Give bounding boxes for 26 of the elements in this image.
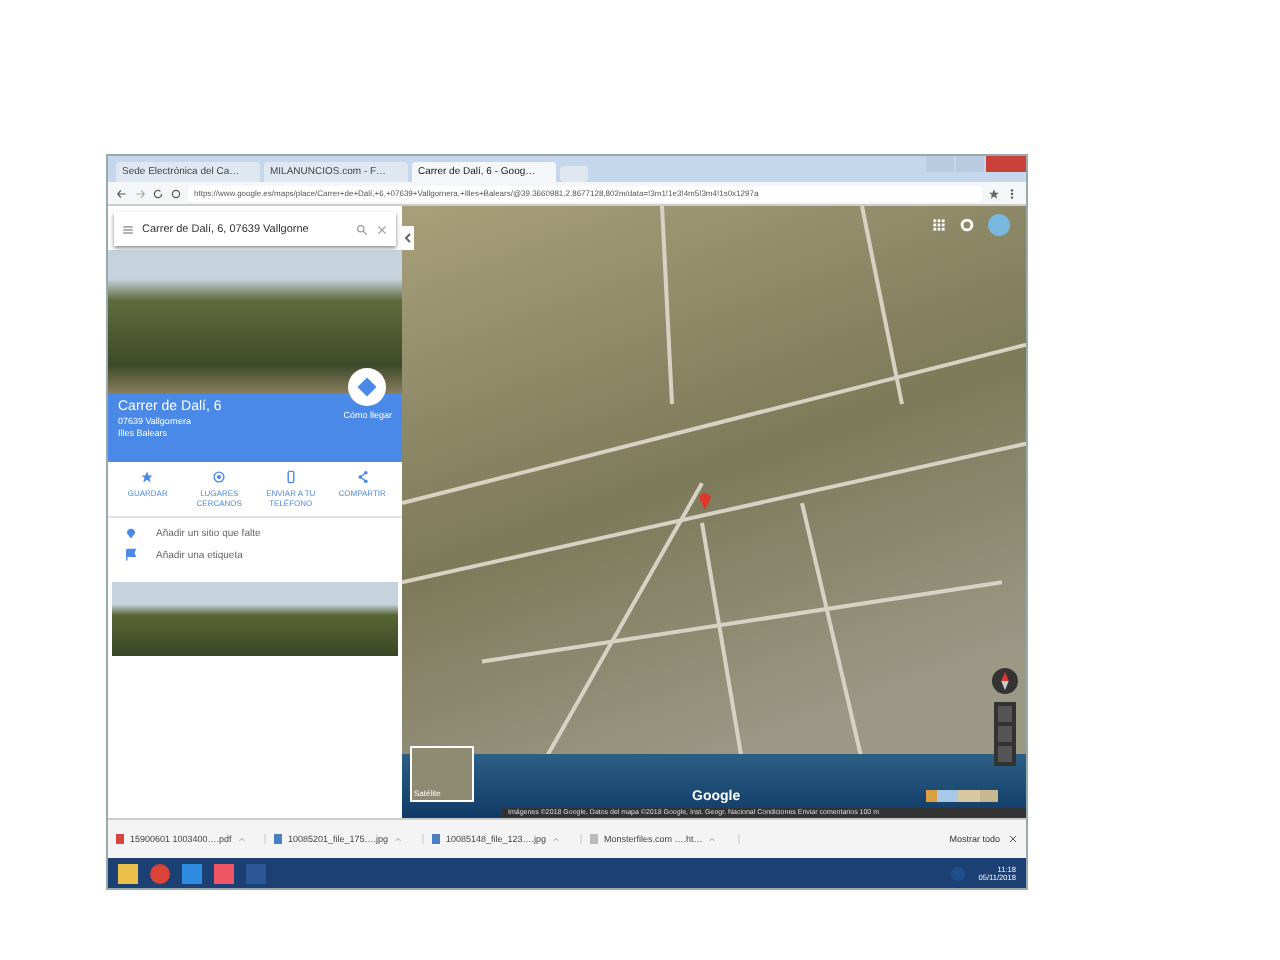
notification-icon[interactable] <box>960 218 974 232</box>
flag-icon <box>124 548 138 562</box>
compass-icon[interactable] <box>992 668 1018 694</box>
reload-icon[interactable] <box>152 187 164 199</box>
back-icon[interactable] <box>116 187 128 199</box>
star-icon <box>140 470 155 484</box>
caret-icon[interactable] <box>552 835 561 843</box>
menu-icon[interactable] <box>1006 187 1018 199</box>
close-icon[interactable] <box>1008 834 1018 844</box>
home-icon[interactable] <box>170 187 182 199</box>
caret-icon[interactable] <box>708 835 717 843</box>
avatar-icon[interactable] <box>988 214 1010 236</box>
caret-icon[interactable] <box>237 835 246 843</box>
directions-button[interactable] <box>348 368 387 406</box>
share-icon <box>355 470 370 484</box>
target-icon <box>212 470 227 484</box>
caret-icon[interactable] <box>394 835 403 843</box>
location-pin-icon <box>698 490 712 510</box>
location-icon <box>124 526 138 540</box>
collapse-panel-icon[interactable] <box>402 226 414 250</box>
apps-grid-icon[interactable] <box>932 218 946 232</box>
search-icon[interactable] <box>356 223 368 235</box>
star-icon[interactable] <box>988 187 1000 199</box>
forward-icon[interactable] <box>134 187 146 199</box>
phone-icon <box>283 470 298 484</box>
imagery-thumbnail-strip[interactable] <box>926 790 998 802</box>
